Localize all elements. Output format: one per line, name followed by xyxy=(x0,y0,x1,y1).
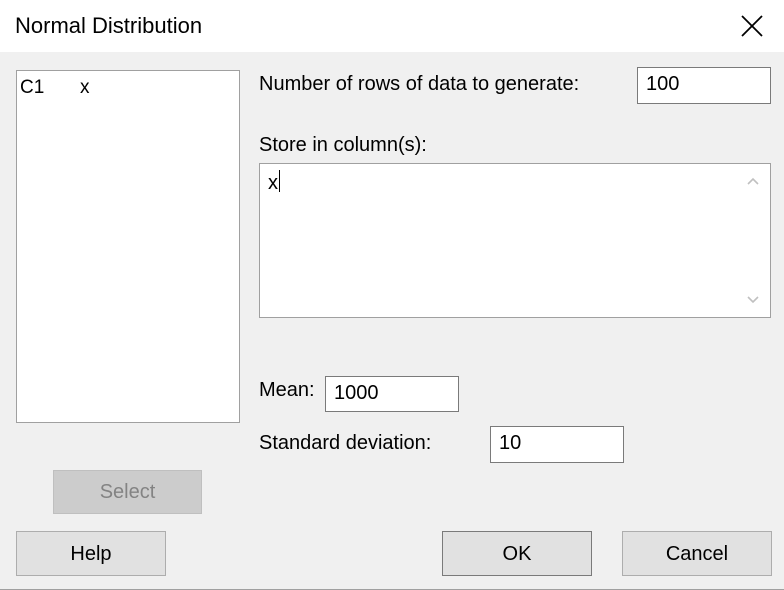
ok-button[interactable]: OK xyxy=(442,531,592,576)
normal-distribution-dialog: Normal Distribution C1 x Number of rows … xyxy=(0,0,784,590)
list-item[interactable]: C1 x xyxy=(20,76,90,100)
store-columns-value-wrapper: x xyxy=(268,170,280,196)
mean-input[interactable]: 1000 xyxy=(325,376,459,412)
rows-input[interactable]: 100 xyxy=(637,67,771,104)
close-icon xyxy=(741,15,763,37)
mean-label: Mean: xyxy=(259,379,315,401)
chevron-up-icon xyxy=(747,177,759,185)
sd-label: Standard deviation: xyxy=(259,432,432,454)
title-bar: Normal Distribution xyxy=(0,0,784,52)
dialog-title: Normal Distribution xyxy=(15,13,203,38)
chevron-down-icon xyxy=(747,296,759,304)
help-button[interactable]: Help xyxy=(16,531,166,576)
list-item-column: C1 xyxy=(20,77,45,98)
list-item-name: x xyxy=(80,77,90,98)
select-button[interactable]: Select xyxy=(53,470,202,514)
text-caret xyxy=(279,170,280,192)
store-columns-textarea[interactable]: x xyxy=(259,163,771,318)
store-label: Store in column(s): xyxy=(259,134,427,156)
cancel-button[interactable]: Cancel xyxy=(622,531,772,576)
store-columns-value: x xyxy=(268,172,278,194)
close-button[interactable] xyxy=(720,0,784,52)
scroll-up-button[interactable] xyxy=(736,166,770,196)
variables-listbox[interactable]: C1 x xyxy=(16,70,240,423)
scroll-down-button[interactable] xyxy=(736,285,770,315)
sd-input[interactable]: 10 xyxy=(490,426,624,463)
rows-label: Number of rows of data to generate: xyxy=(259,73,580,95)
textarea-scrollbar[interactable] xyxy=(736,164,770,317)
